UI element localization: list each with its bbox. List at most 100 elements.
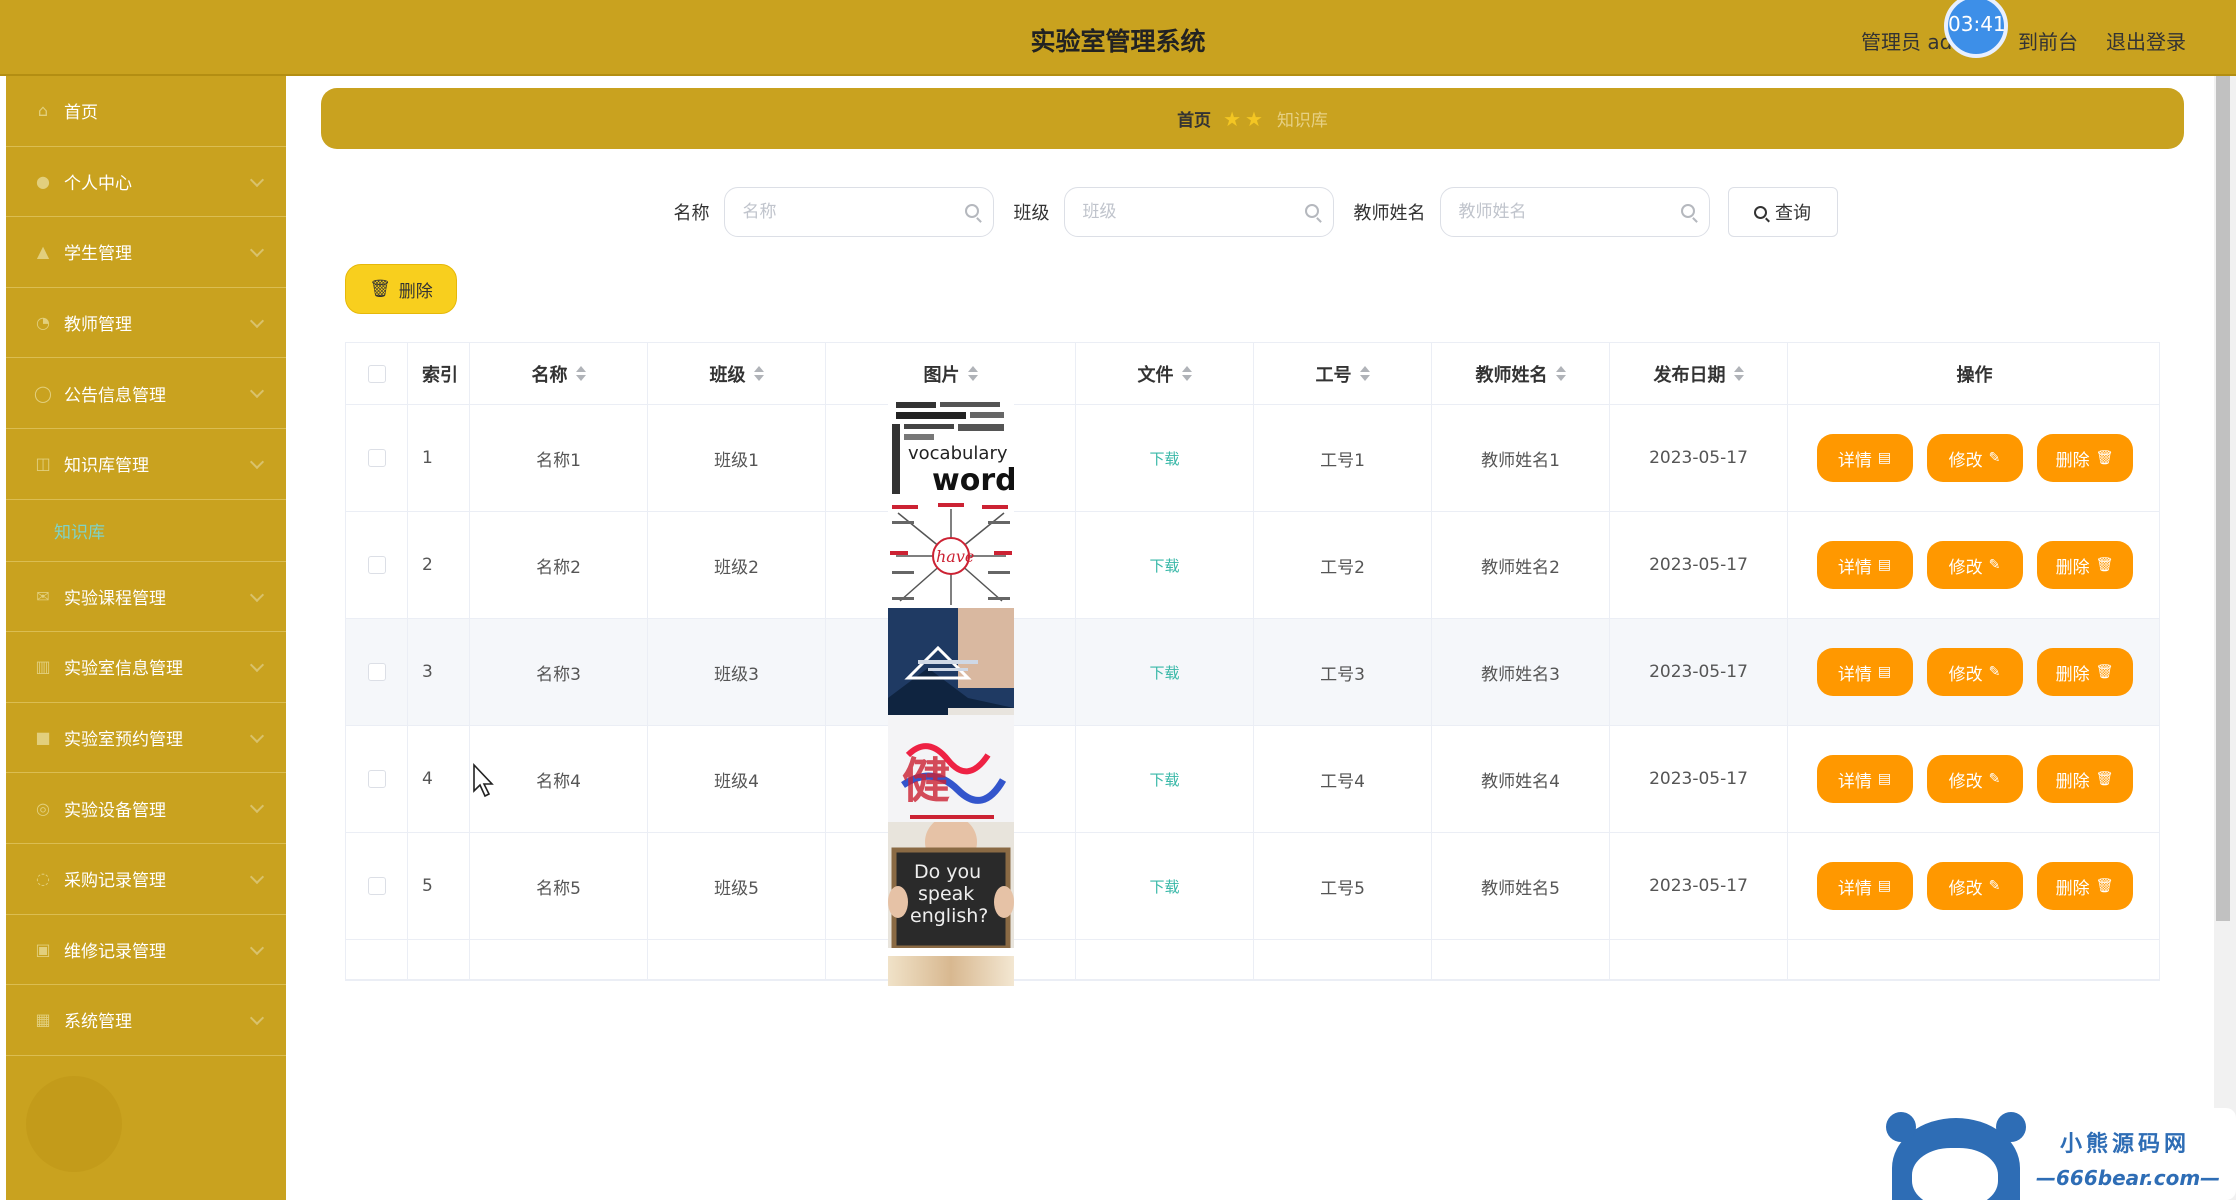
pencil-icon: ✎ bbox=[1988, 878, 2001, 894]
main-panel: 名称 班级 教师姓名 查询 🗑 删除 索引 名称 班级 图片 文 bbox=[321, 160, 2184, 1200]
edit-button[interactable]: 修改 ✎ bbox=[1926, 648, 2023, 696]
chevron-up-icon bbox=[249, 454, 265, 470]
cell-teacher: 教师姓名5 bbox=[1432, 833, 1610, 939]
logout-link[interactable]: 退出登录 bbox=[2106, 26, 2186, 55]
teacher-search-field[interactable] bbox=[1439, 187, 1710, 237]
row-checkbox[interactable] bbox=[367, 770, 386, 788]
detail-button[interactable]: 详情 ▤ bbox=[1816, 434, 1913, 482]
detail-button[interactable]: 详情 ▤ bbox=[1816, 862, 1913, 910]
detail-button[interactable]: 详情 ▤ bbox=[1816, 648, 1913, 696]
sidebar-subitem-knowledge[interactable]: 知识库 bbox=[6, 500, 286, 562]
select-all-checkbox[interactable] bbox=[367, 364, 386, 383]
row-checkbox[interactable] bbox=[367, 449, 386, 467]
sidebar-collapse-icon[interactable] bbox=[26, 1076, 122, 1172]
header-name[interactable]: 名称 bbox=[470, 343, 648, 404]
mouse-cursor-icon bbox=[473, 763, 494, 798]
download-link[interactable]: 下载 bbox=[1149, 555, 1179, 576]
delete-button[interactable]: 删除 🗑 bbox=[2036, 541, 2133, 589]
frontend-link[interactable]: 到前台 bbox=[2018, 26, 2078, 55]
sort-icon[interactable] bbox=[1359, 366, 1370, 381]
cell-teacher: 教师姓名4 bbox=[1432, 726, 1610, 832]
scrollbar-thumb[interactable] bbox=[2216, 76, 2230, 921]
row-checkbox[interactable] bbox=[367, 556, 386, 574]
table-row bbox=[346, 940, 2159, 986]
course-icon: ✉ bbox=[36, 586, 50, 606]
table-row: 5 名称5 班级5 Do you speak english? 下载 工号5 教… bbox=[346, 822, 2159, 948]
cell-work-no: 工号5 bbox=[1254, 833, 1432, 939]
sidebar-item-teachers[interactable]: ◔ 教师管理 bbox=[6, 288, 286, 359]
sidebar-item-labs[interactable]: ▥ 实验室信息管理 bbox=[6, 632, 286, 703]
sidebar-item-system[interactable]: ▦ 系统管理 bbox=[6, 985, 286, 1056]
sidebar-item-students[interactable]: ▲ 学生管理 bbox=[6, 217, 286, 288]
cell-class: 班级5 bbox=[648, 833, 826, 939]
cell-class: 班级1 bbox=[648, 405, 826, 511]
table-row: 1 名称1 班级1 vocabulary words 下载 工号1 bbox=[346, 394, 2159, 512]
download-link[interactable]: 下载 bbox=[1149, 448, 1179, 469]
detail-button[interactable]: 详情 ▤ bbox=[1816, 755, 1913, 803]
lab-icon: ▥ bbox=[35, 657, 51, 677]
cell-name: 名称3 bbox=[470, 619, 648, 725]
chevron-down-icon bbox=[249, 587, 265, 602]
sidebar-item-devices[interactable]: ◎ 实验设备管理 bbox=[6, 773, 286, 844]
chevron-down-icon bbox=[249, 1011, 265, 1026]
class-search-field[interactable] bbox=[1063, 187, 1334, 237]
document-icon: ▤ bbox=[1877, 664, 1892, 680]
delete-button[interactable]: 删除 🗑 bbox=[2036, 648, 2133, 696]
sidebar-item-booking[interactable]: ■ 实验室预约管理 bbox=[6, 703, 286, 774]
sidebar-item-purchases[interactable]: ◌ 采购记录管理 bbox=[6, 844, 286, 915]
thumbnail-image[interactable]: Do you speak english? bbox=[887, 822, 1014, 948]
row-checkbox[interactable] bbox=[367, 877, 386, 895]
delete-button[interactable]: 删除 🗑 bbox=[2036, 755, 2133, 803]
teacher-search-input[interactable] bbox=[1458, 202, 1659, 222]
header-file[interactable]: 文件 bbox=[1076, 343, 1254, 404]
sidebar-item-notices[interactable]: ◯ 公告信息管理 bbox=[6, 358, 286, 429]
row-checkbox[interactable] bbox=[367, 663, 386, 681]
cell-work-no: 工号1 bbox=[1254, 405, 1432, 511]
cell-teacher: 教师姓名2 bbox=[1432, 512, 1610, 618]
edit-button[interactable]: 修改 ✎ bbox=[1926, 755, 2023, 803]
sort-icon[interactable] bbox=[575, 366, 586, 381]
sort-icon[interactable] bbox=[1733, 366, 1744, 381]
sort-icon[interactable] bbox=[753, 366, 764, 381]
table-row: 4 名称4 班级4 健 下载 工号4 教师姓名4 2023-05-17 详情 ▤… bbox=[346, 715, 2159, 841]
search-icon bbox=[1754, 205, 1767, 219]
download-link[interactable]: 下载 bbox=[1149, 662, 1179, 683]
table-row: 2 名称2 班级2 have 下载 工号2 教师姓名2 2023-05-17 详… bbox=[346, 501, 2159, 619]
cell-work-no: 工号3 bbox=[1254, 619, 1432, 725]
header-class[interactable]: 班级 bbox=[648, 343, 826, 404]
sort-icon[interactable] bbox=[1181, 366, 1192, 381]
batch-delete-button[interactable]: 🗑 删除 bbox=[345, 264, 457, 314]
download-link[interactable]: 下载 bbox=[1149, 876, 1179, 897]
sidebar-item-repairs[interactable]: ▣ 维修记录管理 bbox=[6, 915, 286, 986]
header-teacher[interactable]: 教师姓名 bbox=[1432, 343, 1610, 404]
sidebar-item-home[interactable]: ⌂ 首页 bbox=[6, 76, 286, 147]
cell-teacher: 教师姓名1 bbox=[1432, 405, 1610, 511]
header-date[interactable]: 发布日期 bbox=[1610, 343, 1788, 404]
sort-icon[interactable] bbox=[1555, 366, 1566, 381]
edit-button[interactable]: 修改 ✎ bbox=[1926, 862, 2023, 910]
name-search-input[interactable] bbox=[742, 202, 943, 222]
svg-text:words: words bbox=[932, 463, 1014, 498]
query-button[interactable]: 查询 bbox=[1727, 187, 1838, 237]
delete-button[interactable]: 删除 🗑 bbox=[2036, 862, 2133, 910]
user-icon: ● bbox=[36, 171, 50, 191]
breadcrumb-home[interactable]: 首页 bbox=[1177, 106, 1211, 131]
sidebar-item-knowledge[interactable]: ◫ 知识库管理 bbox=[6, 429, 286, 500]
edit-button[interactable]: 修改 ✎ bbox=[1926, 541, 2023, 589]
sidebar-item-profile[interactable]: ● 个人中心 bbox=[6, 147, 286, 218]
sort-icon[interactable] bbox=[967, 366, 978, 381]
system-icon: ▦ bbox=[35, 1010, 51, 1030]
cell-class: 班级4 bbox=[648, 726, 826, 832]
header-actions: 管理员 admin 到前台 退出登录 bbox=[1861, 26, 2186, 55]
header-work-no[interactable]: 工号 bbox=[1254, 343, 1432, 404]
class-search-input[interactable] bbox=[1082, 202, 1283, 222]
thumbnail-image[interactable] bbox=[887, 956, 1014, 986]
detail-button[interactable]: 详情 ▤ bbox=[1816, 541, 1913, 589]
name-search-field[interactable] bbox=[723, 187, 994, 237]
trash-icon: 🗑 bbox=[369, 279, 391, 299]
edit-button[interactable]: 修改 ✎ bbox=[1926, 434, 2023, 482]
download-link[interactable]: 下载 bbox=[1149, 769, 1179, 790]
sidebar-item-courses[interactable]: ✉ 实验课程管理 bbox=[6, 562, 286, 633]
cell-teacher: 教师姓名3 bbox=[1432, 619, 1610, 725]
delete-button[interactable]: 删除 🗑 bbox=[2036, 434, 2133, 482]
